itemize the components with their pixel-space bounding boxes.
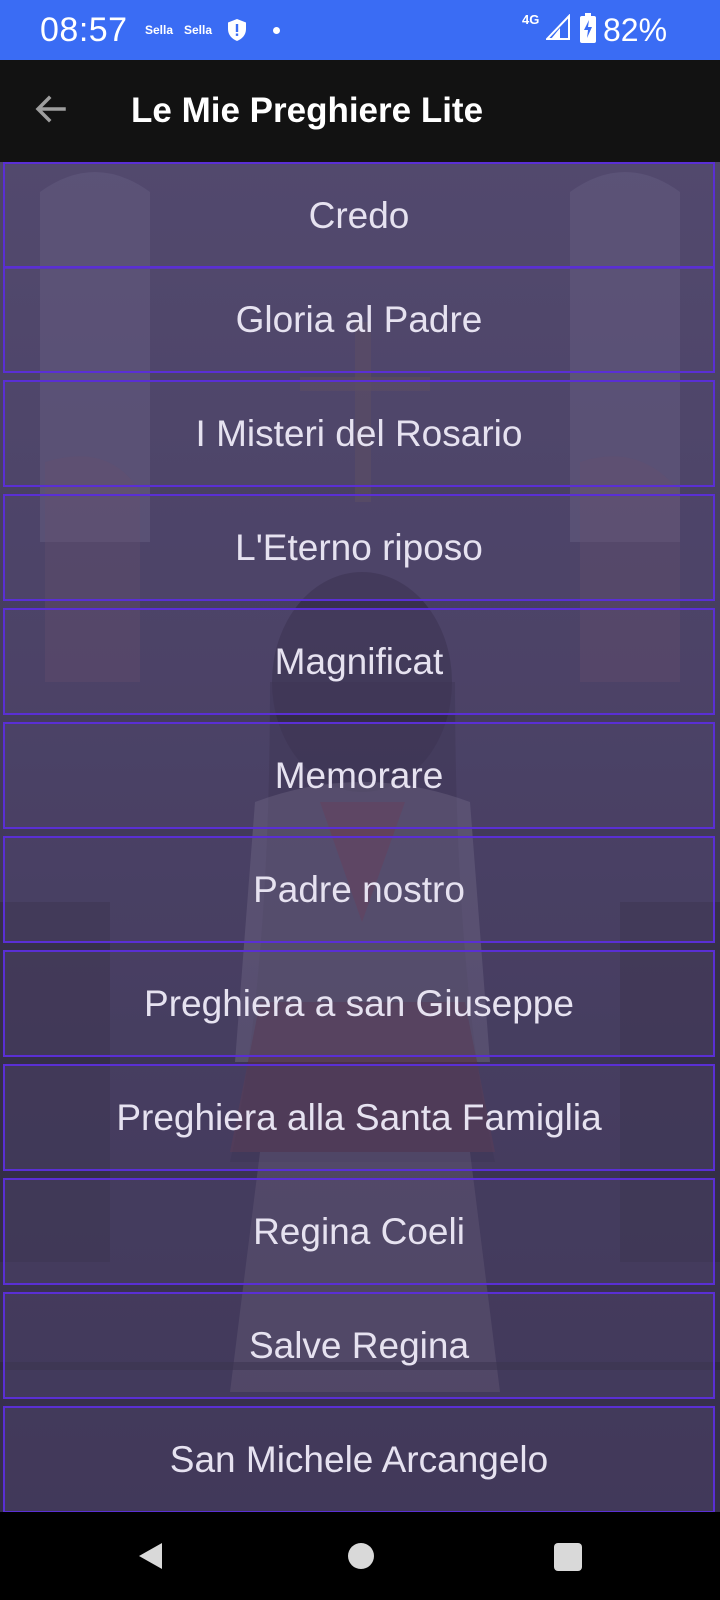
prayer-label: Gloria al Padre xyxy=(235,298,483,340)
status-time: 08:57 xyxy=(40,11,128,49)
system-navigation-bar xyxy=(0,1512,720,1600)
notification-dot-icon xyxy=(273,27,280,34)
nav-home-icon[interactable] xyxy=(348,1543,374,1569)
prayer-label: I Misteri del Rosario xyxy=(195,412,523,454)
app-bar: Le Mie Preghiere Lite xyxy=(0,60,720,162)
arrow-back-icon[interactable] xyxy=(30,88,72,130)
status-bar: 08:57 Sella Sella 4G 82% xyxy=(0,0,720,60)
signal-icon xyxy=(546,14,570,40)
list-item[interactable]: Preghiera alla Santa Famiglia xyxy=(3,1064,715,1171)
prayer-label: Magnificat xyxy=(274,640,444,682)
list-item[interactable]: Memorare xyxy=(3,722,715,829)
carrier-label-2: Sella xyxy=(184,23,213,37)
list-item[interactable]: Gloria al Padre xyxy=(3,266,715,373)
nav-back-icon[interactable] xyxy=(136,1541,166,1571)
list-item[interactable]: Regina Coeli xyxy=(3,1178,715,1285)
list-item[interactable]: Magnificat xyxy=(3,608,715,715)
prayer-label: San Michele Arcangelo xyxy=(169,1438,549,1480)
prayer-list-container[interactable]: Credo Gloria al Padre I Misteri del Rosa… xyxy=(0,162,720,1512)
prayer-label: L'Eterno riposo xyxy=(235,526,483,568)
carrier-label-1: Sella xyxy=(145,23,174,37)
prayer-label: Credo xyxy=(308,194,410,236)
list-item[interactable]: Salve Regina xyxy=(3,1292,715,1399)
network-type: 4G xyxy=(522,12,540,27)
list-item[interactable]: I Misteri del Rosario xyxy=(3,380,715,487)
page-title: Le Mie Preghiere Lite xyxy=(131,91,484,130)
list-item[interactable]: L'Eterno riposo xyxy=(3,494,715,601)
nav-recents-icon[interactable] xyxy=(554,1543,582,1571)
prayer-label: Regina Coeli xyxy=(253,1210,465,1252)
prayer-label: Salve Regina xyxy=(248,1324,470,1366)
shield-icon xyxy=(228,19,246,41)
list-item[interactable]: Preghiera a san Giuseppe xyxy=(3,950,715,1057)
list-item[interactable]: San Michele Arcangelo xyxy=(3,1406,715,1512)
list-item[interactable]: Padre nostro xyxy=(3,836,715,943)
list-item[interactable]: Credo xyxy=(3,162,715,269)
battery-charging-icon xyxy=(580,13,596,43)
prayer-label: Preghiera alla Santa Famiglia xyxy=(116,1096,602,1138)
battery-percent: 82% xyxy=(603,12,668,48)
prayer-label: Memorare xyxy=(274,754,444,796)
prayer-label: Preghiera a san Giuseppe xyxy=(144,982,574,1024)
prayer-label: Padre nostro xyxy=(253,868,465,910)
